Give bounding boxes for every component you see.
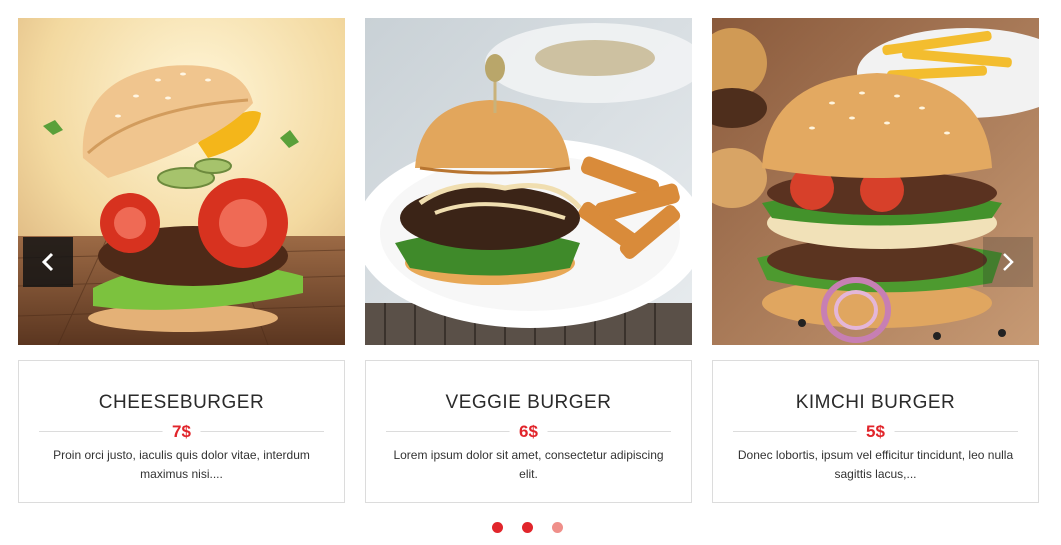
carousel-pagination xyxy=(0,521,1061,535)
price-row: 7$ xyxy=(39,422,324,442)
item-description: Donec lobortis, ipsum vel efficitur tinc… xyxy=(737,448,1014,481)
menu-card-veggie-burger[interactable]: VEGGIE BURGER 6$ Lorem ipsum dolor sit a… xyxy=(365,18,692,503)
pagination-dot-1[interactable] xyxy=(492,522,503,533)
item-title[interactable]: VEGGIE BURGER xyxy=(366,392,691,414)
menu-card-info: KIMCHI BURGER 5$ Donec lobortis, ipsum v… xyxy=(712,360,1039,503)
item-title[interactable]: KIMCHI BURGER xyxy=(713,392,1038,414)
burger-carousel: CHEESEBURGER 7$ Proin orci justo, iaculi… xyxy=(0,0,1061,545)
menu-card-info: VEGGIE BURGER 6$ Lorem ipsum dolor sit a… xyxy=(365,360,692,503)
cheeseburger-image[interactable] xyxy=(18,18,345,345)
veggie-burger-image[interactable] xyxy=(365,18,692,345)
cheeseburger-photo xyxy=(18,18,345,345)
carousel-next-button[interactable] xyxy=(983,237,1033,287)
veggie-burger-photo xyxy=(365,18,692,345)
item-description: Proin orci justo, iaculis quis dolor vit… xyxy=(53,448,310,481)
kimchi-burger-image[interactable] xyxy=(712,18,1039,345)
menu-card-info: CHEESEBURGER 7$ Proin orci justo, iaculi… xyxy=(18,360,345,503)
carousel-prev-button[interactable] xyxy=(23,237,73,287)
pagination-dot-3[interactable] xyxy=(552,522,563,533)
item-price: 6$ xyxy=(509,422,548,442)
item-price: 5$ xyxy=(856,422,895,442)
price-row: 5$ xyxy=(733,422,1018,442)
price-row: 6$ xyxy=(386,422,671,442)
pagination-dot-2[interactable] xyxy=(522,522,533,533)
item-description: Lorem ipsum dolor sit amet, consectetur … xyxy=(393,448,664,481)
chevron-left-icon xyxy=(41,252,54,272)
item-price: 7$ xyxy=(162,422,201,442)
chevron-right-icon xyxy=(1003,253,1014,271)
kimchi-burger-photo xyxy=(712,18,1039,345)
item-title[interactable]: CHEESEBURGER xyxy=(19,392,344,414)
